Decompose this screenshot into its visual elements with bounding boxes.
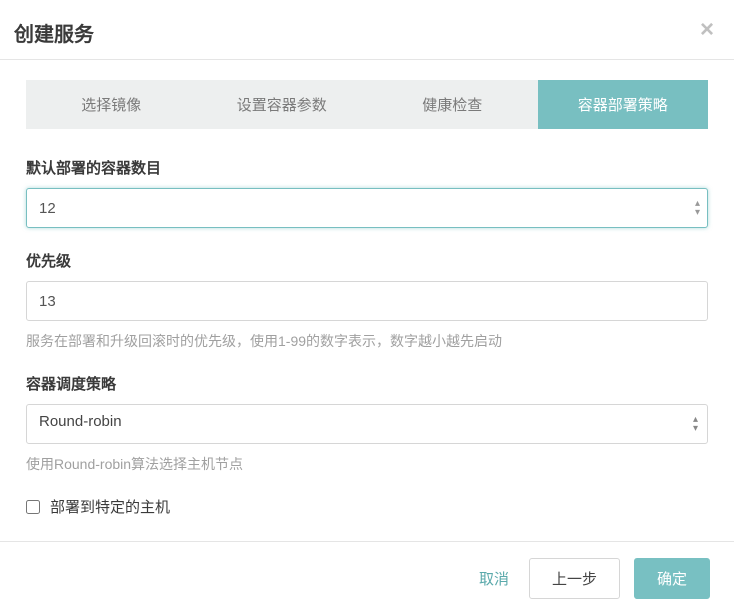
priority-input[interactable] <box>26 281 708 321</box>
field-container-count: 默认部署的容器数目 ▴▾ <box>26 157 708 228</box>
tab-bar: 选择镜像 设置容器参数 健康检查 容器部署策略 <box>26 80 708 129</box>
priority-help: 服务在部署和升级回滚时的优先级，使用1-99的数字表示，数字越小越先启动 <box>26 331 708 351</box>
input-wrapper: ▴▾ <box>26 188 708 228</box>
input-wrapper <box>26 281 708 321</box>
modal-title: 创建服务 <box>14 18 710 47</box>
tab-label: 选择镜像 <box>81 97 141 114</box>
field-schedule: 容器调度策略 Round-robin ▴▾ 使用Round-robin算法选择主… <box>26 373 708 474</box>
tab-label: 健康检查 <box>422 97 482 114</box>
cancel-button[interactable]: 取消 <box>473 560 515 597</box>
confirm-button[interactable]: 确定 <box>634 558 710 599</box>
select-wrapper: Round-robin ▴▾ <box>26 404 708 444</box>
tab-health-check[interactable]: 健康检查 <box>367 80 538 129</box>
header-divider <box>0 59 734 60</box>
modal-header: 创建服务 × <box>0 0 734 59</box>
deploy-specific-checkbox[interactable] <box>26 500 40 514</box>
tab-label: 设置容器参数 <box>237 97 327 114</box>
label-schedule: 容器调度策略 <box>26 373 708 394</box>
schedule-select[interactable]: Round-robin <box>26 404 708 444</box>
deploy-specific-label: 部署到特定的主机 <box>50 496 170 517</box>
prev-button[interactable]: 上一步 <box>529 558 620 599</box>
label-priority: 优先级 <box>26 250 708 271</box>
tab-label: 容器部署策略 <box>578 97 668 114</box>
form-body: 默认部署的容器数目 ▴▾ 优先级 服务在部署和升级回滚时的优先级，使用1-99的… <box>0 129 734 527</box>
modal-footer: 取消 上一步 确定 <box>0 541 734 615</box>
label-container-count: 默认部署的容器数目 <box>26 157 708 178</box>
tab-select-image[interactable]: 选择镜像 <box>26 80 197 129</box>
schedule-help: 使用Round-robin算法选择主机节点 <box>26 454 708 474</box>
tab-container-params[interactable]: 设置容器参数 <box>197 80 368 129</box>
field-priority: 优先级 服务在部署和升级回滚时的优先级，使用1-99的数字表示，数字越小越先启动 <box>26 250 708 351</box>
field-deploy-specific: 部署到特定的主机 <box>26 496 708 517</box>
container-count-input[interactable] <box>26 188 708 228</box>
close-icon[interactable]: × <box>700 16 714 44</box>
tab-deploy-policy[interactable]: 容器部署策略 <box>538 80 709 129</box>
